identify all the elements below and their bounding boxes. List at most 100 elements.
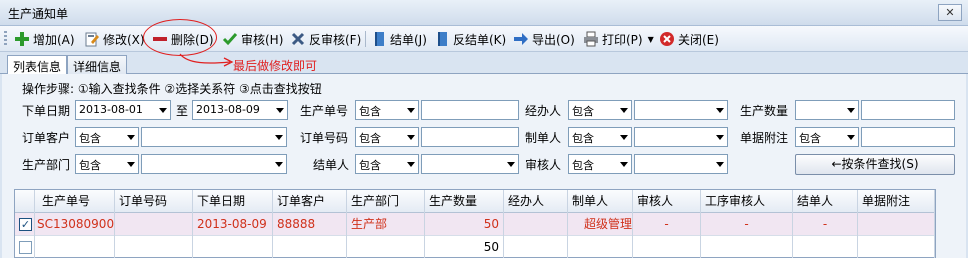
closer-operator-select[interactable]: 包含 bbox=[355, 154, 419, 174]
order-date-to-picker[interactable]: 2013-08-09 bbox=[192, 100, 288, 120]
dept-label: 生产部门 bbox=[22, 158, 71, 172]
toolbar-grip[interactable] bbox=[4, 31, 7, 47]
export-label: 导出(O) bbox=[532, 32, 575, 47]
column-header[interactable]: 生产部门 bbox=[347, 190, 425, 213]
order-no-label: 订单号码 bbox=[300, 131, 349, 145]
grid-side-area bbox=[938, 189, 966, 258]
tab-detail-info[interactable]: 详细信息 bbox=[67, 55, 128, 75]
approver-operator-value: 包含 bbox=[572, 159, 594, 172]
row-select-cell[interactable] bbox=[15, 236, 35, 258]
date-cell: 2013-08-09 bbox=[193, 213, 273, 236]
handler-label: 经办人 bbox=[525, 104, 562, 118]
prod-qty-input[interactable] bbox=[861, 100, 955, 120]
annotation-ellipse bbox=[143, 19, 217, 56]
unclose-order-button[interactable]: 反结单(K) bbox=[434, 29, 506, 49]
dept-value-select[interactable] bbox=[141, 154, 287, 174]
closer-label: 结单人 bbox=[313, 158, 350, 172]
dept-operator-select[interactable]: 包含 bbox=[75, 154, 139, 174]
window-titlebar: 生产通知单 ✕ bbox=[0, 0, 968, 26]
book-icon bbox=[434, 31, 450, 47]
toolbar-separator bbox=[365, 31, 366, 47]
column-header[interactable]: 结单人 bbox=[793, 190, 858, 213]
order-no-operator-select[interactable]: 包含 bbox=[355, 127, 419, 147]
column-header[interactable]: 制单人 bbox=[568, 190, 633, 213]
edit-button[interactable]: 修改(X) bbox=[84, 29, 145, 49]
prod-no-cell bbox=[35, 236, 115, 258]
customer-operator-value: 包含 bbox=[79, 132, 101, 145]
closer-value-select[interactable] bbox=[421, 154, 519, 174]
grid-header: 生产单号 订单号码 下单日期 订单客户 生产部门 生产数量 经办人 制单人 审核… bbox=[15, 190, 935, 213]
book-icon bbox=[371, 31, 387, 47]
order-no-cell bbox=[115, 236, 193, 258]
column-header[interactable]: 经办人 bbox=[504, 190, 568, 213]
prod-no-cell: SC1308090001 bbox=[35, 213, 115, 236]
add-label: 增加(A) bbox=[33, 32, 75, 47]
window-close-button[interactable]: ✕ bbox=[938, 4, 962, 21]
order-no-operator-value: 包含 bbox=[359, 132, 381, 145]
handler-operator-value: 包含 bbox=[572, 105, 594, 118]
order-date-from-picker[interactable]: 2013-08-01 bbox=[75, 100, 171, 120]
exit-label: 关闭(E) bbox=[678, 32, 719, 47]
table-row[interactable]: 50 bbox=[15, 236, 935, 258]
tab-list-info[interactable]: 列表信息 bbox=[7, 55, 68, 76]
customer-label: 订单客户 bbox=[22, 131, 71, 145]
prod-no-operator-select[interactable]: 包含 bbox=[355, 100, 419, 120]
column-header[interactable]: 下单日期 bbox=[193, 190, 273, 213]
edit-label: 修改(X) bbox=[103, 32, 145, 47]
prod-no-input[interactable] bbox=[421, 100, 519, 120]
operation-steps: 操作步骤: ①输入查找条件 ②选择关系符 ③点击查找按钮 bbox=[22, 82, 322, 96]
column-header[interactable]: 订单号码 bbox=[115, 190, 193, 213]
prod-no-label: 生产单号 bbox=[300, 104, 349, 118]
column-header[interactable]: 生产单号 bbox=[35, 190, 115, 213]
approve-label: 审核(H) bbox=[241, 32, 284, 47]
creator-value-select[interactable] bbox=[634, 127, 728, 147]
approver-label: 审核人 bbox=[525, 158, 562, 172]
qty-cell: 50 bbox=[425, 213, 504, 236]
creator-operator-value: 包含 bbox=[572, 132, 594, 145]
add-button[interactable]: 增加(A) bbox=[14, 29, 75, 49]
row-checkbox[interactable]: ✓ bbox=[19, 218, 32, 231]
remark-cell bbox=[858, 213, 935, 236]
remark-input[interactable] bbox=[861, 127, 955, 147]
date-cell bbox=[193, 236, 273, 258]
approve-button[interactable]: 审核(H) bbox=[222, 29, 283, 49]
data-grid: 生产单号 订单号码 下单日期 订单客户 生产部门 生产数量 经办人 制单人 审核… bbox=[14, 189, 936, 258]
order-no-cell bbox=[115, 213, 193, 236]
close-order-label: 结单(J) bbox=[390, 32, 427, 47]
column-header[interactable]: 审核人 bbox=[633, 190, 701, 213]
column-header[interactable]: 生产数量 bbox=[425, 190, 504, 213]
handler-operator-select[interactable]: 包含 bbox=[568, 100, 632, 120]
column-header[interactable]: 单据附注 bbox=[858, 190, 935, 213]
customer-value-select[interactable] bbox=[141, 127, 287, 147]
customer-cell: 88888 bbox=[273, 213, 347, 236]
proc-approver-cell: - bbox=[701, 213, 793, 236]
dept-cell bbox=[347, 236, 425, 258]
prod-qty-operator-select[interactable] bbox=[795, 100, 859, 120]
exit-button[interactable]: 关闭(E) bbox=[659, 29, 719, 49]
customer-operator-select[interactable]: 包含 bbox=[75, 127, 139, 147]
checkmark-icon bbox=[222, 31, 238, 47]
dept-operator-value: 包含 bbox=[79, 159, 101, 172]
order-no-input[interactable] bbox=[421, 127, 519, 147]
search-by-condition-button[interactable]: ←按条件查找(S) bbox=[795, 154, 955, 175]
close-order-button[interactable]: 结单(J) bbox=[371, 29, 427, 49]
dept-cell: 生产部 bbox=[347, 213, 425, 236]
creator-operator-select[interactable]: 包含 bbox=[568, 127, 632, 147]
chevron-down-icon[interactable]: ▼ bbox=[648, 35, 654, 44]
approver-operator-select[interactable]: 包含 bbox=[568, 154, 632, 174]
remark-operator-select[interactable]: 包含 bbox=[795, 127, 859, 147]
unapprove-button[interactable]: 反审核(F) bbox=[290, 29, 361, 49]
remark-label: 单据附注 bbox=[740, 131, 789, 145]
approver-value-select[interactable] bbox=[634, 154, 728, 174]
print-button[interactable]: 打印(P) ▼ bbox=[583, 29, 654, 49]
row-select-cell[interactable]: ✓ bbox=[15, 213, 35, 236]
creator-label: 制单人 bbox=[525, 131, 562, 145]
closer-cell bbox=[793, 236, 858, 258]
closer-operator-value: 包含 bbox=[359, 159, 381, 172]
handler-value-select[interactable] bbox=[634, 100, 728, 120]
column-header[interactable]: 订单客户 bbox=[273, 190, 347, 213]
column-header[interactable]: 工序审核人 bbox=[701, 190, 793, 213]
export-button[interactable]: 导出(O) bbox=[513, 29, 575, 49]
row-checkbox[interactable] bbox=[19, 241, 32, 254]
table-row[interactable]: ✓ SC1308090001 2013-08-09 88888 生产部 50 超… bbox=[15, 213, 935, 236]
